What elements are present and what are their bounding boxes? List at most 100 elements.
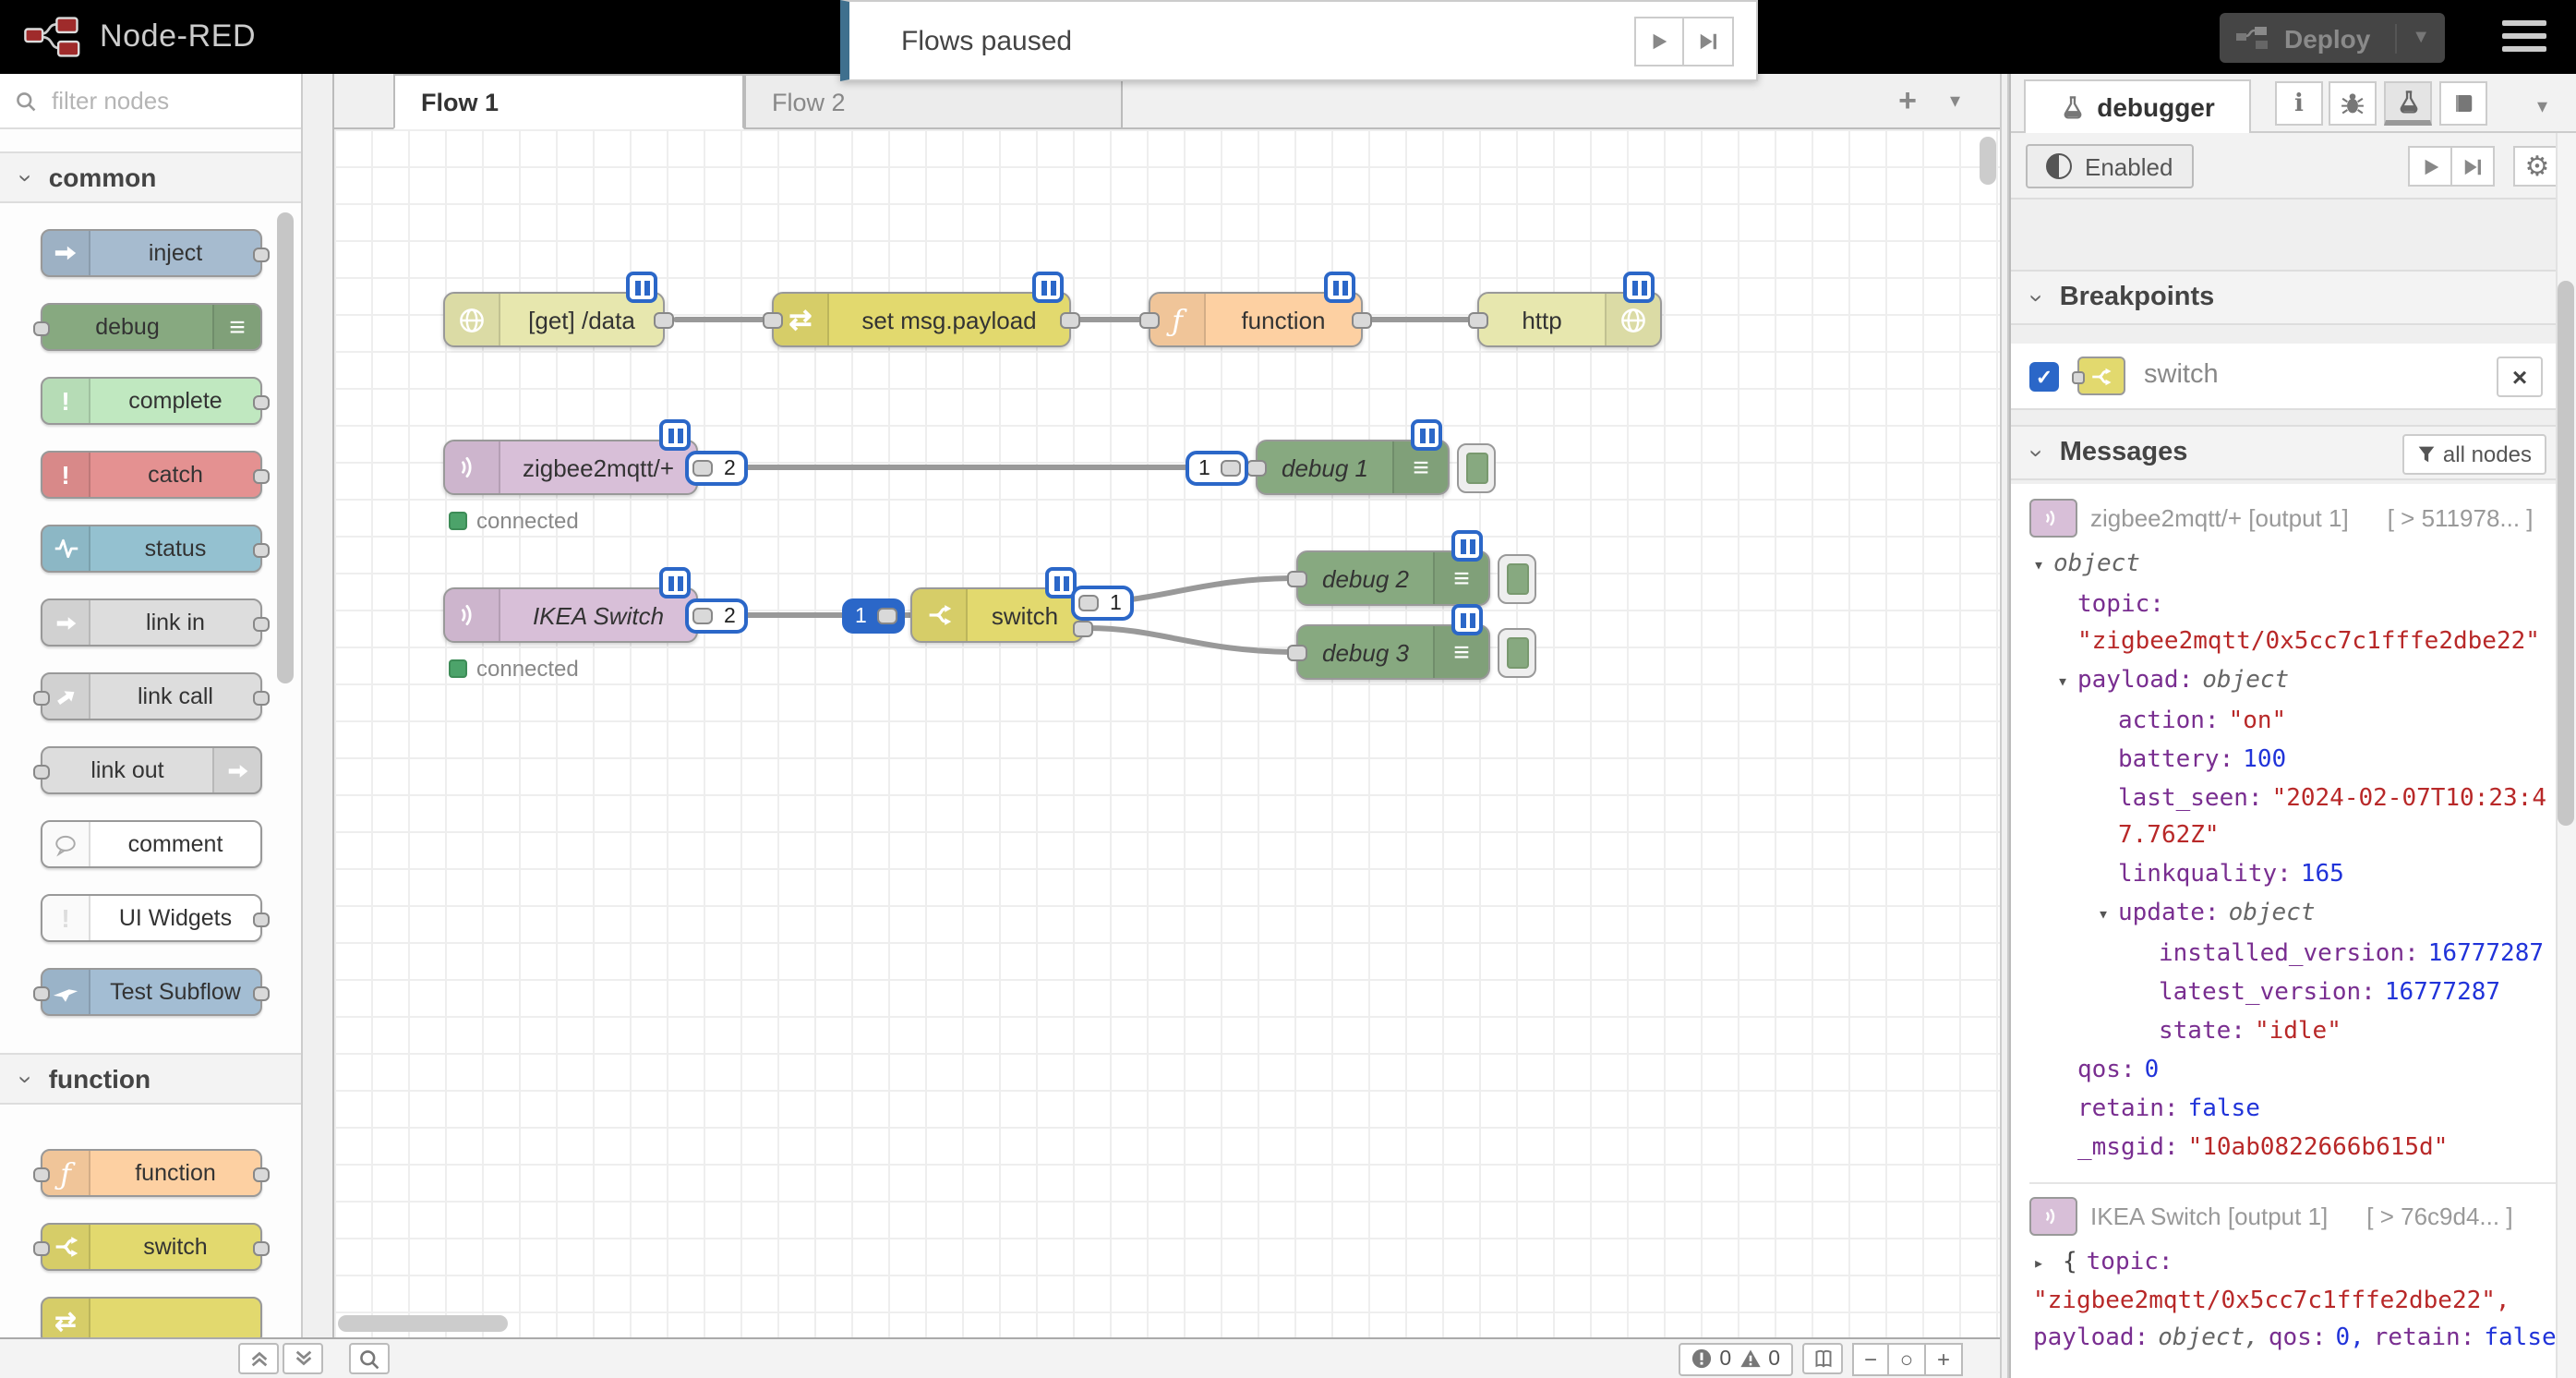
flow-node-debug-3[interactable]: debug 3 ≡: [1296, 624, 1490, 680]
expand-all-categories-button[interactable]: [283, 1343, 323, 1374]
breakpoints-section-header[interactable]: › Breakpoints: [2011, 270, 2576, 325]
caret-right-icon[interactable]: ▸: [2033, 1247, 2053, 1284]
input-port[interactable]: [1468, 312, 1488, 329]
debugger-settings-button[interactable]: ⚙: [2513, 146, 2561, 187]
tab-flow-1[interactable]: Flow 1: [393, 74, 744, 129]
output-port-2[interactable]: [1073, 621, 1093, 637]
sidebar-tabs-chevron-icon[interactable]: ▾: [2537, 94, 2547, 118]
palette-node-inject[interactable]: inject: [41, 229, 262, 277]
palette-node-ui-widgets[interactable]: ! UI Widgets: [41, 894, 262, 942]
tree-line[interactable]: latest_version:16777287: [2029, 975, 2558, 1012]
palette-node-link-out[interactable]: link out: [41, 746, 262, 794]
queued-count-ikea-output[interactable]: 2: [685, 598, 749, 634]
canvas-vertical-scrollbar[interactable]: [1980, 137, 1996, 185]
tree-line[interactable]: last_seen:"2024-02-07T10:23:47.762Z": [2029, 781, 2558, 855]
palette-resize-gutter[interactable]: [303, 74, 334, 1337]
tree-line[interactable]: topic:"zigbee2mqtt/0x5cc7c1fffe2dbe22": [2029, 587, 2558, 661]
zoom-reset-button[interactable]: ○: [1889, 1342, 1926, 1375]
palette-node-catch[interactable]: ! catch: [41, 451, 262, 499]
flow-node-debug-2[interactable]: debug 2 ≡: [1296, 550, 1490, 606]
add-flow-button[interactable]: +: [1887, 83, 1928, 120]
debugger-enabled-toggle[interactable]: Enabled: [2026, 144, 2193, 188]
tree-line[interactable]: battery:100: [2029, 743, 2558, 780]
queued-count-zigbee-output[interactable]: 2: [685, 451, 749, 486]
main-menu-button[interactable]: [2502, 20, 2546, 52]
caret-down-icon[interactable]: ▾: [2057, 665, 2077, 702]
messages-section-header[interactable]: › Messages all nodes: [2011, 425, 2576, 480]
tree-line[interactable]: action:"on": [2029, 704, 2558, 741]
tree-line[interactable]: retain:false: [2029, 1092, 2558, 1129]
tab-flow-2[interactable]: Flow 2: [744, 74, 1123, 129]
flow-canvas[interactable]: [get] /data ⇄ set msg.payload ƒ function…: [334, 129, 2000, 1337]
active-breakpoint-count-switch-input[interactable]: 1: [842, 598, 906, 634]
flow-node-http-in[interactable]: [get] /data: [443, 292, 665, 347]
output-port[interactable]: [1352, 312, 1372, 329]
debug-message[interactable]: IKEA Switch [output 1] [ > 76c9d4... ] ▸…: [2029, 1197, 2558, 1358]
info-tab-button[interactable]: i: [2275, 81, 2323, 126]
queued-count-switch-output1[interactable]: 1: [1071, 586, 1135, 621]
sidebar-scrollbar-thumb[interactable]: [2558, 281, 2574, 826]
debugger-tab-button[interactable]: [2384, 81, 2432, 126]
canvas-search-button[interactable]: [349, 1343, 390, 1374]
flow-node-change[interactable]: ⇄ set msg.payload: [772, 292, 1071, 347]
queued-count-debug1-input[interactable]: 1: [1186, 451, 1249, 486]
flow-node-switch[interactable]: switch: [910, 587, 1084, 643]
collapsed-message-preview[interactable]: ▸{topic:"zigbee2mqtt/0x5cc7c1fffe2dbe22"…: [2029, 1245, 2558, 1358]
sidebar-resize-gutter[interactable]: [2000, 74, 2009, 1378]
message-id-ref[interactable]: [ > 76c9d4... ]: [2366, 1198, 2512, 1235]
sidebar-tab-debugger[interactable]: debugger: [2024, 79, 2251, 133]
flow-list-chevron-icon[interactable]: ▾: [1950, 89, 1960, 113]
output-port[interactable]: [654, 312, 674, 329]
input-port[interactable]: [1139, 312, 1160, 329]
palette-category-common[interactable]: › common: [0, 151, 301, 203]
palette-node-test-subflow[interactable]: Test Subflow: [41, 968, 262, 1016]
flow-node-mqtt-ikea[interactable]: IKEA Switch connected: [443, 587, 698, 643]
message-id-ref[interactable]: [ > 511978... ]: [2388, 500, 2534, 537]
input-port[interactable]: [1287, 571, 1307, 587]
tree-line[interactable]: state:"idle": [2029, 1014, 2558, 1051]
tree-line[interactable]: installed_version:16777287: [2029, 937, 2558, 973]
tree-line[interactable]: ▾update:object: [2029, 896, 2558, 935]
palette-node-debug[interactable]: debug ≡: [41, 303, 262, 351]
breakpoint-checkbox[interactable]: ✓: [2029, 362, 2059, 392]
help-tab-button[interactable]: [2439, 81, 2487, 126]
tree-line[interactable]: _msgid:"10ab0822666b615d": [2029, 1130, 2558, 1167]
palette-node-switch[interactable]: switch: [41, 1223, 262, 1271]
debugger-play-button[interactable]: [2408, 146, 2452, 187]
flow-node-debug-1[interactable]: debug 1 ≡: [1256, 440, 1450, 495]
palette-node-link-call[interactable]: link call: [41, 672, 262, 720]
output-port[interactable]: [1060, 312, 1080, 329]
tree-line[interactable]: linkquality:165: [2029, 857, 2558, 894]
palette-node-function[interactable]: ƒ function: [41, 1149, 262, 1197]
debug-toggle-button[interactable]: [1498, 628, 1536, 678]
palette-category-function[interactable]: › function: [0, 1053, 301, 1105]
debug-messages-tab-button[interactable]: [2329, 81, 2377, 126]
palette-search-input[interactable]: [48, 85, 251, 116]
input-port[interactable]: [763, 312, 783, 329]
step-flows-button[interactable]: [1684, 16, 1734, 66]
palette-node-comment[interactable]: comment: [41, 820, 262, 868]
deploy-button[interactable]: Deploy ▼: [2220, 13, 2445, 63]
tree-line[interactable]: qos:0: [2029, 1053, 2558, 1090]
flow-node-http-response[interactable]: http: [1477, 292, 1662, 347]
message-filter-button[interactable]: all nodes: [2402, 434, 2546, 475]
debug-toggle-button[interactable]: [1457, 443, 1496, 493]
zoom-out-button[interactable]: −: [1852, 1342, 1889, 1375]
tree-line[interactable]: ▾payload:object: [2029, 663, 2558, 702]
debug-message[interactable]: zigbee2mqtt/+ [output 1] [ > 511978... ]…: [2029, 499, 2558, 1184]
palette-node-complete[interactable]: ! complete: [41, 377, 262, 425]
caret-down-icon[interactable]: ▾: [2033, 549, 2053, 586]
caret-down-icon[interactable]: ▾: [2098, 898, 2118, 935]
palette-node-link-in[interactable]: link in: [41, 598, 262, 647]
canvas-horizontal-scrollbar[interactable]: [338, 1315, 508, 1332]
palette-node-status[interactable]: status: [41, 525, 262, 573]
input-port[interactable]: [1287, 645, 1307, 661]
remove-breakpoint-button[interactable]: ×: [2497, 357, 2543, 397]
navigator-button[interactable]: [1802, 1343, 1843, 1374]
flow-node-function[interactable]: ƒ function: [1149, 292, 1363, 347]
debugger-step-button[interactable]: [2450, 146, 2495, 187]
zoom-in-button[interactable]: +: [1926, 1342, 1963, 1375]
notification-counts[interactable]: 0 0: [1679, 1342, 1793, 1375]
debug-toggle-button[interactable]: [1498, 554, 1536, 604]
collapse-all-categories-button[interactable]: [238, 1343, 279, 1374]
